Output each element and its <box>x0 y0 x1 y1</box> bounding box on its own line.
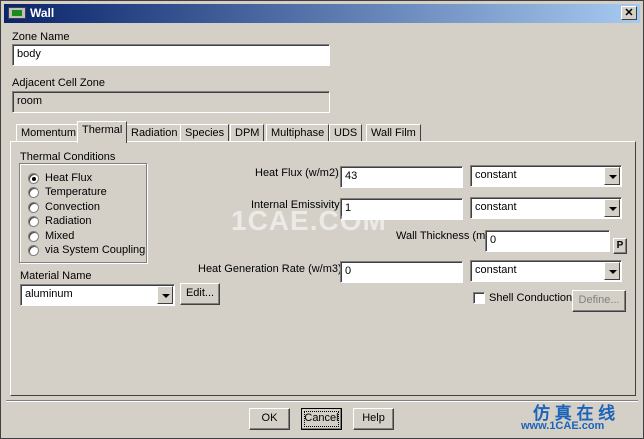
parameter-button[interactable]: P <box>613 238 627 254</box>
radio-label: Mixed <box>45 230 75 242</box>
heat-gen-method-select[interactable]: constant <box>470 260 622 282</box>
material-select[interactable]: aluminum <box>20 284 175 306</box>
title-bar[interactable]: Wall ✕ <box>4 4 640 23</box>
select-value: aluminum <box>25 288 73 300</box>
thermal-conditions-group: Heat Flux Temperature Convection Radiati… <box>19 163 147 263</box>
radio-button[interactable] <box>28 230 39 242</box>
radio-convection[interactable]: Convection <box>28 200 100 214</box>
thermal-conditions-label: Thermal Conditions <box>20 151 116 163</box>
radio-temperature[interactable]: Temperature <box>28 185 107 199</box>
wall-thickness-input[interactable]: 0 <box>485 230 610 252</box>
edit-material-button[interactable]: Edit... <box>180 283 220 305</box>
radio-label: Heat Flux <box>45 172 93 184</box>
radio-button[interactable] <box>28 215 39 227</box>
radio-label: Convection <box>45 201 101 213</box>
heat-gen-input[interactable]: 0 <box>340 261 463 283</box>
radio-system-coupling[interactable]: via System Coupling <box>28 243 145 257</box>
radio-label: Temperature <box>45 186 107 198</box>
chevron-down-icon[interactable] <box>604 199 620 217</box>
radio-radiation[interactable]: Radiation <box>28 214 91 228</box>
heat-flux-method-select[interactable]: constant <box>470 165 622 187</box>
define-button[interactable]: Define... <box>572 290 626 312</box>
wall-thickness-label: Wall Thickness (m) <box>396 230 489 242</box>
tab-dpm[interactable]: DPM <box>230 124 265 142</box>
radio-label: via System Coupling <box>45 244 146 256</box>
select-value: constant <box>475 264 517 276</box>
adjacent-zone-label: Adjacent Cell Zone <box>12 77 105 89</box>
adjacent-zone-field: room <box>12 91 330 113</box>
chevron-down-icon[interactable] <box>604 167 620 185</box>
watermark-text: 1CAE.COM <box>231 205 387 236</box>
radio-button[interactable] <box>28 172 39 184</box>
radio-button[interactable] <box>28 244 39 256</box>
brand-url: www.1CAE.com <box>521 420 605 432</box>
shell-conduction-checkbox[interactable] <box>473 292 485 304</box>
help-button[interactable]: Help <box>353 408 394 430</box>
tab-momentum[interactable]: Momentum <box>16 124 82 142</box>
radio-mixed[interactable]: Mixed <box>28 229 74 243</box>
tab-multiphase[interactable]: Multiphase <box>266 124 330 142</box>
heat-flux-input[interactable]: 43 <box>340 166 463 188</box>
chevron-down-icon[interactable] <box>604 262 620 280</box>
cancel-button[interactable]: Cancel <box>301 408 342 430</box>
close-icon[interactable]: ✕ <box>621 6 637 20</box>
select-value: constant <box>475 169 517 181</box>
radio-button[interactable] <box>28 186 39 198</box>
tab-wall-film[interactable]: Wall Film <box>366 124 421 142</box>
zone-name-input[interactable]: body <box>12 44 330 66</box>
tab-species[interactable]: Species <box>180 124 230 142</box>
radio-button[interactable] <box>28 201 39 213</box>
heat-gen-label: Heat Generation Rate (w/m3) <box>198 263 342 275</box>
radio-label: Radiation <box>45 215 92 227</box>
chevron-down-icon[interactable] <box>157 286 173 304</box>
select-value: constant <box>475 201 517 213</box>
brand-logo: 仿 真 在 线 www.1CAE.com <box>521 399 639 435</box>
tab-thermal[interactable]: Thermal <box>77 121 128 143</box>
shell-conduction-label: Shell Conduction <box>489 292 573 304</box>
tab-radiation[interactable]: Radiation <box>126 124 183 142</box>
wall-dialog: Wall ✕ Zone Name body Adjacent Cell Zone… <box>0 0 644 439</box>
ok-button[interactable]: OK <box>249 408 290 430</box>
app-icon <box>8 7 26 19</box>
material-name-label: Material Name <box>20 270 92 282</box>
zone-name-label: Zone Name <box>12 31 70 43</box>
window-title: Wall <box>30 6 55 20</box>
radio-heat-flux[interactable]: Heat Flux <box>28 171 92 185</box>
heat-flux-label: Heat Flux (w/m2) <box>255 167 339 179</box>
tab-uds[interactable]: UDS <box>329 124 363 142</box>
emissivity-method-select[interactable]: constant <box>470 197 622 219</box>
